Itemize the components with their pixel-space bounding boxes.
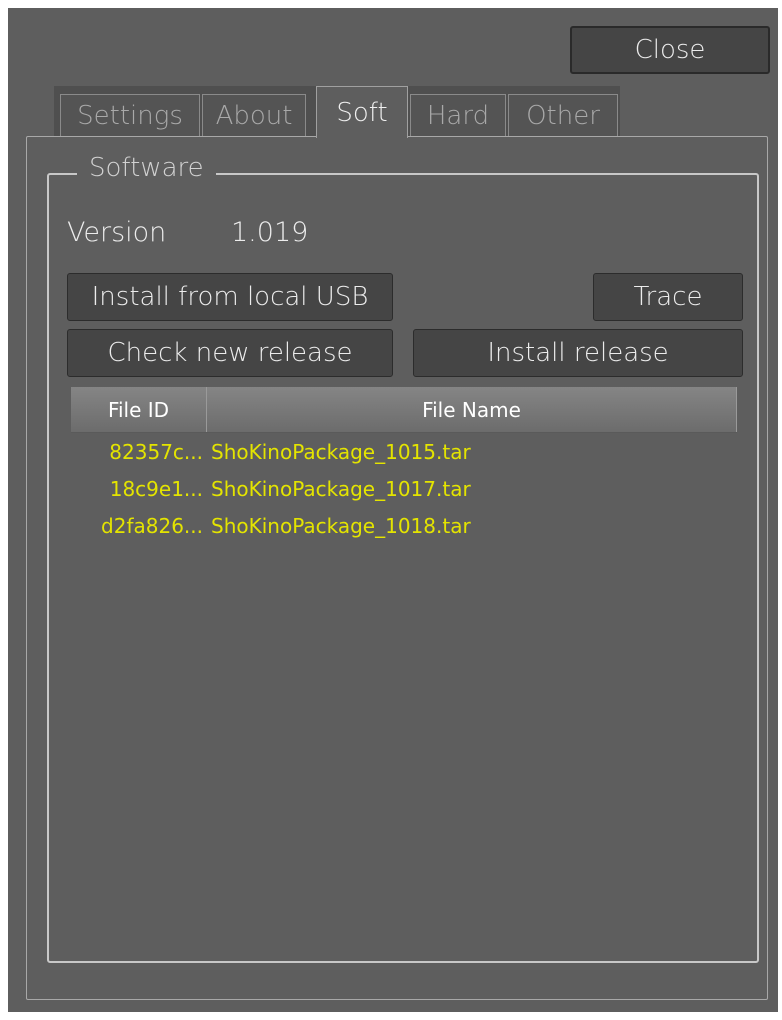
tab-other[interactable]: Other — [508, 94, 618, 136]
file-id-cell: 18c9e1... — [109, 476, 203, 501]
install-usb-button[interactable]: Install from local USB — [67, 273, 393, 321]
file-name-cell: ShoKinoPackage_1015.tar — [211, 439, 471, 464]
file-name-cell: ShoKinoPackage_1018.tar — [211, 513, 471, 538]
table-row[interactable]: 82357c... ShoKinoPackage_1015.tar — [71, 433, 737, 470]
tab-about[interactable]: About — [202, 94, 306, 136]
install-release-button[interactable]: Install release — [413, 329, 743, 377]
software-group-title: Software — [77, 153, 216, 183]
trace-button[interactable]: Trace — [593, 273, 743, 321]
software-dialog: Close Settings About Soft Hard Other Sof… — [8, 8, 778, 1012]
column-header-file-name[interactable]: File Name — [207, 387, 737, 432]
file-id-cell: 82357c... — [109, 439, 203, 464]
column-header-file-id[interactable]: File ID — [71, 387, 207, 432]
version-label: Version — [67, 217, 167, 248]
tab-settings[interactable]: Settings — [60, 94, 200, 136]
file-table-header: File ID File Name — [71, 387, 737, 433]
file-table: File ID File Name 82357c... ShoKinoPacka… — [71, 387, 737, 544]
version-value: 1.019 — [231, 217, 309, 248]
table-row[interactable]: 18c9e1... ShoKinoPackage_1017.tar — [71, 470, 737, 507]
table-row[interactable]: d2fa826... ShoKinoPackage_1018.tar — [71, 507, 737, 544]
file-name-cell: ShoKinoPackage_1017.tar — [211, 476, 471, 501]
file-id-cell: d2fa826... — [101, 513, 203, 538]
tab-hard[interactable]: Hard — [410, 94, 506, 136]
close-button[interactable]: Close — [570, 26, 770, 74]
software-group: Software Version 1.019 Install from loca… — [47, 153, 759, 963]
soft-tab-pane: Software Version 1.019 Install from loca… — [26, 136, 768, 1000]
tab-soft[interactable]: Soft — [316, 86, 408, 138]
check-release-button[interactable]: Check new release — [67, 329, 393, 377]
